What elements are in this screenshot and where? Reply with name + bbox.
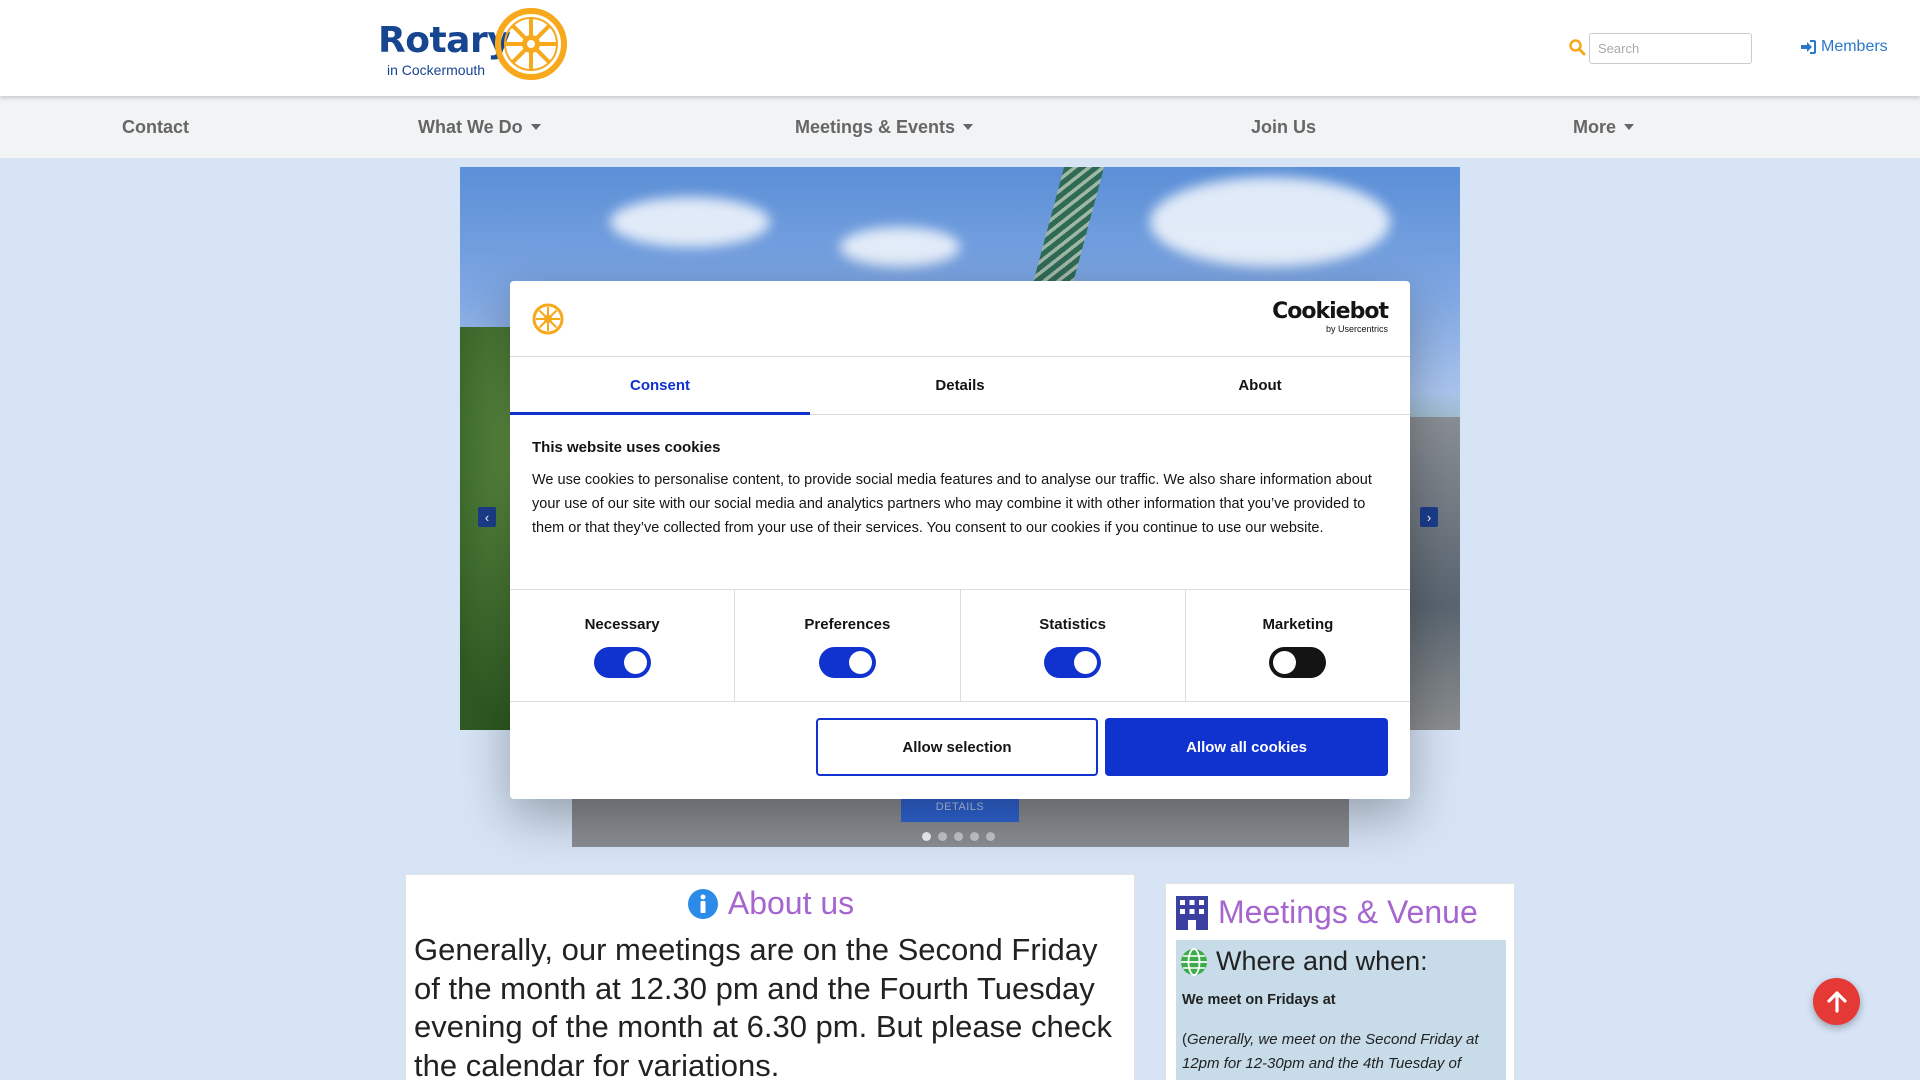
venue-details-box: Where and when: We meet on Fridays at (G… bbox=[1176, 940, 1506, 1080]
carousel-prev-button[interactable]: ‹ bbox=[478, 507, 496, 527]
members-link[interactable]: Members bbox=[1800, 37, 1888, 57]
rotary-wheel-icon bbox=[532, 303, 564, 335]
nav-label: Contact bbox=[122, 116, 189, 137]
nav-item-what-we-do[interactable]: What We Do bbox=[418, 96, 541, 158]
back-to-top-button[interactable] bbox=[1813, 978, 1860, 1025]
preferences-switch[interactable] bbox=[818, 647, 876, 678]
about-heading-text: About us bbox=[727, 885, 855, 921]
allow-all-cookies-button[interactable]: Allow all cookies bbox=[1105, 718, 1388, 776]
toggle-marketing: Marketing bbox=[1186, 590, 1410, 701]
caret-down-icon bbox=[1624, 124, 1635, 130]
meet-text: We meet on Fridays at bbox=[1182, 992, 1336, 1008]
nav-label: Meetings & Events bbox=[795, 116, 956, 137]
generally-text: (Generally, we meet on the Second Friday… bbox=[1182, 1028, 1500, 1076]
statistics-switch[interactable] bbox=[1044, 647, 1102, 678]
necessary-switch[interactable] bbox=[593, 647, 651, 678]
switch-knob bbox=[1074, 651, 1098, 674]
nav-item-contact[interactable]: Contact bbox=[122, 96, 189, 158]
toggle-label: Marketing bbox=[1262, 616, 1334, 633]
venue-heading: Meetings & Venue bbox=[1174, 894, 1478, 931]
sign-in-icon bbox=[1801, 40, 1816, 54]
nav-label: What We Do bbox=[418, 116, 523, 137]
rotary-logo[interactable]: Rotary in Cockermouth bbox=[378, 8, 578, 80]
nav-item-join-us[interactable]: Join Us bbox=[1251, 96, 1316, 158]
about-heading: About us bbox=[406, 885, 1136, 922]
carousel-dot[interactable] bbox=[954, 832, 963, 841]
carousel-dot[interactable] bbox=[970, 832, 979, 841]
venue-card: Meetings & Venue Where and when: We meet… bbox=[1165, 883, 1515, 1080]
site-header: Rotary in Cockermouth Search Members bbox=[0, 0, 1920, 96]
about-text: Generally, our meetings are on the Secon… bbox=[414, 932, 1112, 1080]
switch-knob bbox=[848, 651, 872, 674]
info-circle-icon bbox=[687, 888, 718, 919]
cookiebot-by: by Usercentrics bbox=[1325, 324, 1388, 334]
switch-knob bbox=[1273, 651, 1297, 674]
generally-text-body: Generally, we meet on the Second Friday … bbox=[1182, 1031, 1479, 1072]
toggle-label: Preferences bbox=[804, 616, 891, 633]
tab-details[interactable]: Details bbox=[810, 357, 1110, 414]
cookie-dialog-header: Cookiebot by Usercentrics bbox=[510, 281, 1410, 357]
caret-down-icon bbox=[963, 124, 974, 130]
nav-item-more[interactable]: More bbox=[1573, 96, 1635, 158]
carousel-next-button[interactable]: › bbox=[1420, 507, 1438, 527]
about-card: About us Generally, our meetings are on … bbox=[405, 874, 1135, 1080]
carousel-indicators bbox=[922, 832, 995, 841]
venue-heading-text: Meetings & Venue bbox=[1218, 894, 1478, 930]
toggle-label: Statistics bbox=[1039, 616, 1106, 633]
search-input[interactable] bbox=[1589, 33, 1752, 64]
toggle-label: Necessary bbox=[584, 616, 660, 633]
carousel-dot[interactable] bbox=[986, 832, 995, 841]
globe-icon bbox=[1181, 947, 1207, 976]
cookie-consent-dialog: Cookiebot by Usercentrics Consent Detail… bbox=[510, 281, 1410, 799]
cookie-title: This website uses cookies bbox=[532, 439, 721, 456]
arrow-up-icon bbox=[1826, 990, 1847, 1013]
cookie-text: We use cookies to personalise content, t… bbox=[532, 472, 1372, 536]
carousel-dot[interactable] bbox=[922, 832, 931, 841]
building-icon bbox=[1176, 895, 1208, 930]
toggle-preferences: Preferences bbox=[735, 590, 961, 701]
cloud-shape bbox=[840, 227, 960, 267]
where-heading: Where and when: bbox=[1180, 946, 1428, 977]
nav-label: Join Us bbox=[1251, 116, 1317, 137]
search-icon[interactable] bbox=[1568, 38, 1586, 56]
nav-item-meetings-events[interactable]: Meetings & Events bbox=[795, 96, 974, 158]
main-nav: Contact What We Do Meetings & Events Joi… bbox=[0, 96, 1920, 158]
cookie-body: This website uses cookies We use cookies… bbox=[510, 415, 1410, 591]
logo-wordmark: Rotary bbox=[378, 20, 511, 61]
rotary-wheel-icon bbox=[495, 8, 567, 80]
marketing-switch[interactable] bbox=[1269, 647, 1327, 678]
toggle-statistics: Statistics bbox=[961, 590, 1186, 701]
cookiebot-brand: Cookiebot bbox=[1272, 299, 1389, 324]
nav-label: More bbox=[1573, 116, 1617, 137]
cloud-shape bbox=[610, 197, 770, 247]
toggle-necessary: Necessary bbox=[510, 590, 736, 701]
switch-knob bbox=[623, 651, 647, 674]
caret-down-icon bbox=[530, 124, 541, 130]
cookie-tabs: Consent Details About bbox=[510, 357, 1410, 415]
members-label: Members bbox=[1821, 38, 1888, 55]
logo-subtitle: in Cockermouth bbox=[387, 62, 486, 78]
tab-about[interactable]: About bbox=[1110, 357, 1410, 414]
carousel-dot[interactable] bbox=[938, 832, 947, 841]
tab-consent[interactable]: Consent bbox=[510, 357, 810, 415]
cookie-toggles: Necessary Preferences Statistics Marketi… bbox=[510, 589, 1410, 702]
allow-selection-button[interactable]: Allow selection bbox=[816, 718, 1098, 776]
cookiebot-logo[interactable]: Cookiebot by Usercentrics bbox=[1272, 299, 1389, 335]
where-heading-text: Where and when: bbox=[1216, 946, 1428, 976]
cloud-shape bbox=[1150, 177, 1390, 267]
